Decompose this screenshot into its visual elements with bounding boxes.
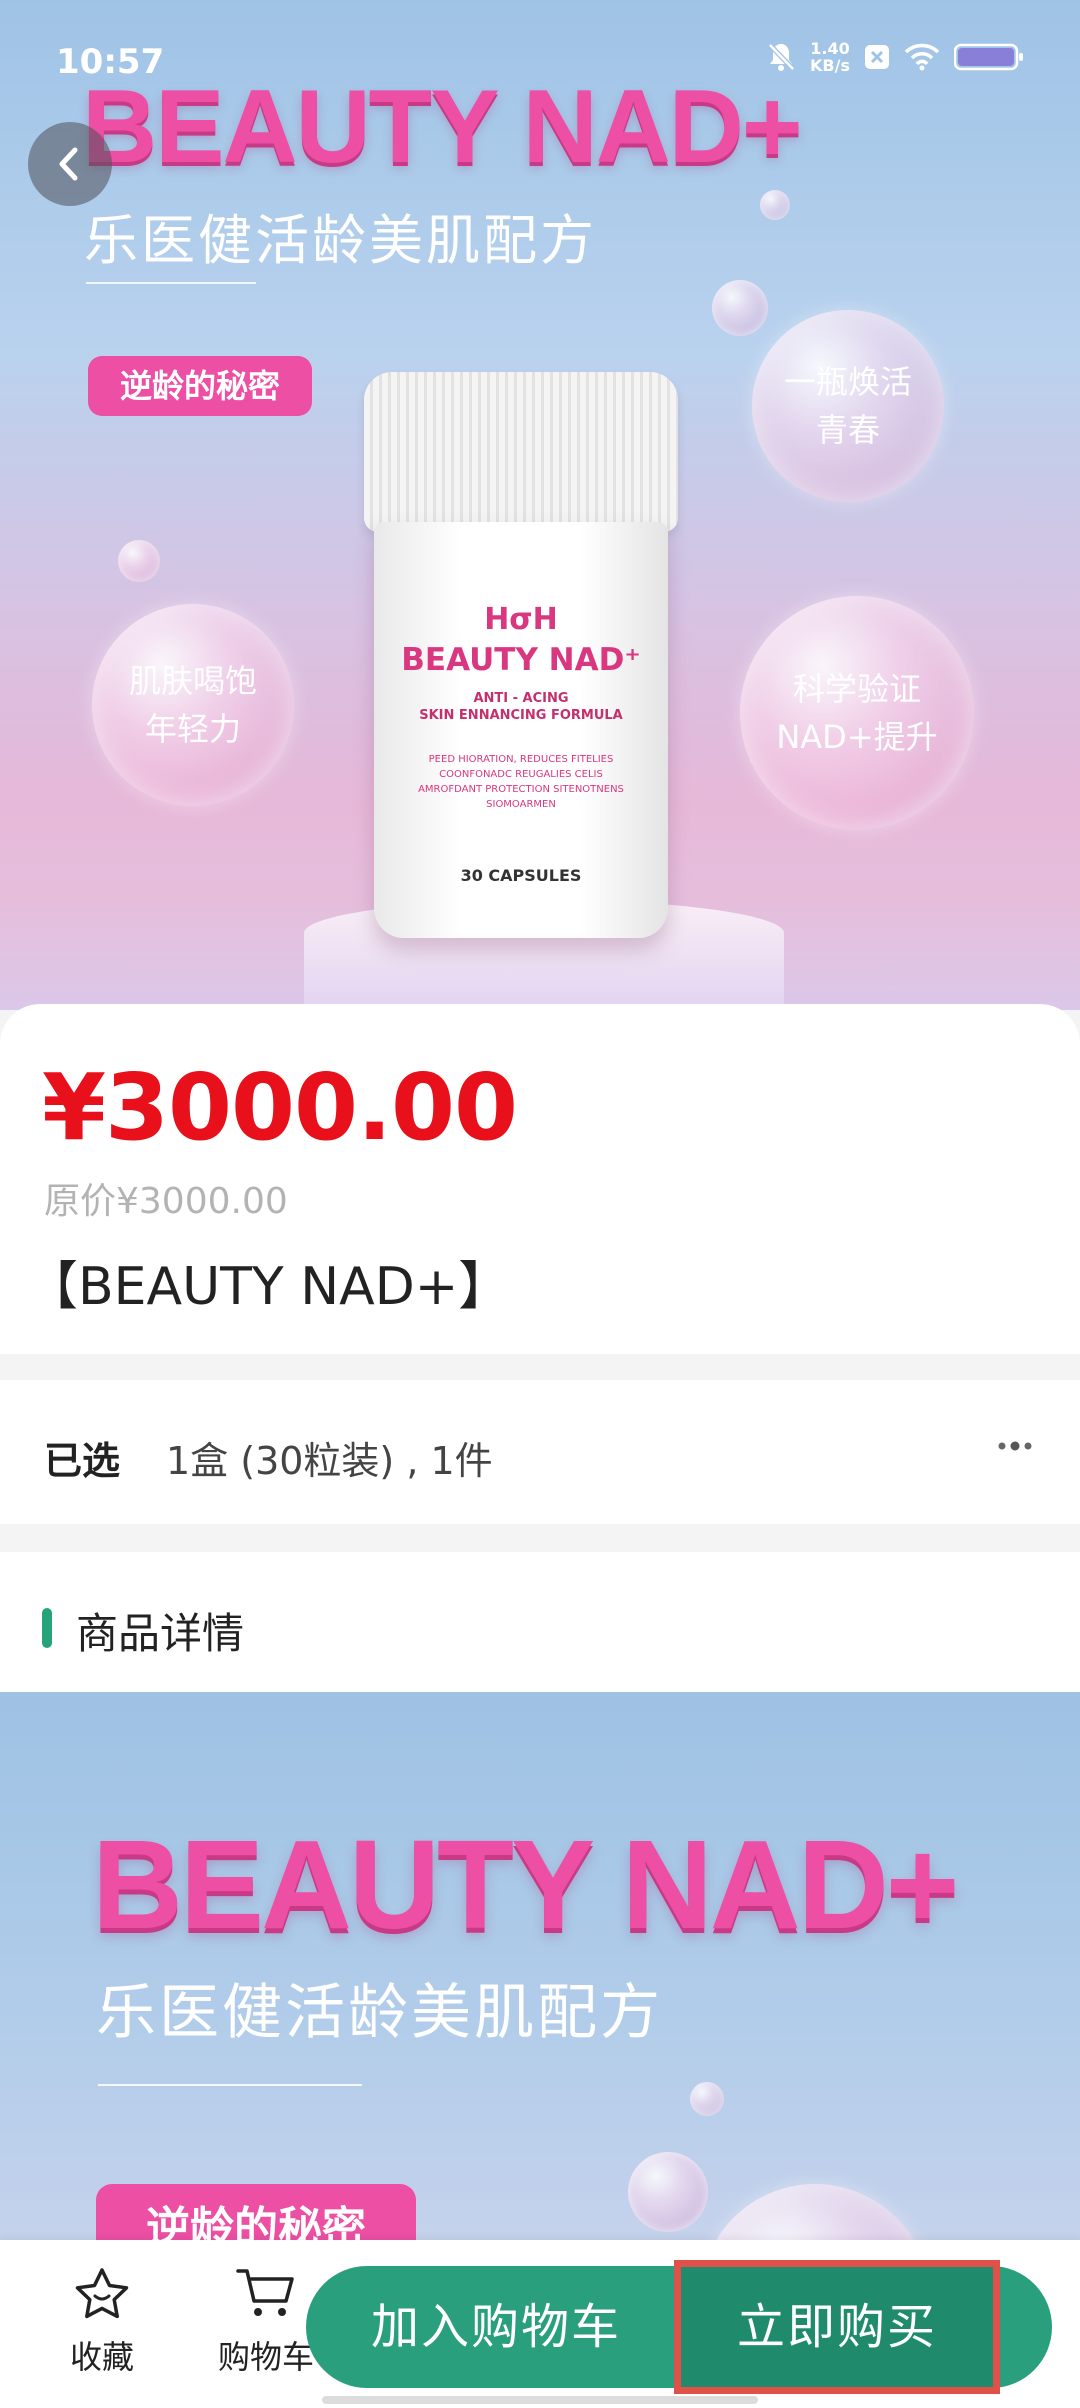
spec-label: 已选	[44, 1439, 121, 1483]
hero-divider	[86, 282, 256, 284]
status-bar: 10:57 1.40 KB/s	[0, 0, 1080, 120]
bubble-decor	[712, 280, 768, 336]
jar-name: BEAUTY NAD⁺	[401, 642, 641, 678]
home-indicator[interactable]	[322, 2396, 758, 2404]
more-dots-icon[interactable]	[996, 1436, 1036, 1456]
detail-section-header: 商品详情	[0, 1552, 1080, 1692]
bubble-text: 一瓶焕活	[783, 363, 912, 401]
detail-image-divider	[98, 2084, 362, 2086]
cart-icon	[236, 2269, 294, 2316]
jar-capsules: 30 CAPSULES	[460, 866, 582, 885]
network-speed: 1.40 KB/s	[810, 40, 850, 74]
bubble-decor	[628, 2152, 708, 2232]
status-time: 10:57	[56, 42, 165, 82]
hero-subtitle: 乐医健活龄美肌配方	[84, 209, 597, 272]
buy-now-button[interactable]: 立即购买	[674, 2260, 1052, 2394]
chevron-left-icon	[59, 147, 78, 181]
product-title: 【BEAUTY NAD+】	[26, 1257, 511, 1317]
add-to-cart-button[interactable]: 加入购物车	[306, 2266, 686, 2388]
jar-label: HσH BEAUTY NAD⁺ ANTI - ACING SKIN ENNANC…	[374, 522, 668, 938]
bubble-decor	[118, 540, 160, 582]
detail-heading: 商品详情	[76, 1609, 245, 1658]
product-hero-image[interactable]: BEAUTY NAD+ 乐医健活龄美肌配方 逆龄的秘密 一瓶焕活 青春 肌肤喝饱年…	[0, 0, 1080, 1010]
bubble-feature-1: 一瓶焕活 青春	[752, 310, 944, 502]
bubble-text: 科学验证	[792, 670, 921, 708]
product-jar: HσH BEAUTY NAD⁺ ANTI - ACING SKIN ENNANC…	[364, 372, 678, 938]
section-accent-bar	[42, 1608, 52, 1648]
bubble-text: 青春	[815, 411, 880, 449]
bubble-feature-2: 肌肤喝饱 年轻力	[92, 604, 294, 806]
wifi-icon	[904, 43, 940, 71]
battery-icon	[954, 43, 1023, 71]
current-price: ¥3000.00	[42, 1054, 518, 1161]
bubble-feature-3: 科学验证 NAD+提升	[740, 596, 974, 830]
bubble-decor	[690, 2082, 724, 2116]
jar-subtitle: ANTI - ACING SKIN ENNANCING FORMULA	[374, 690, 668, 724]
favorite-button[interactable]: 收藏	[42, 2266, 162, 2378]
detail-image: BEAUTY NAD+ 乐医健活龄美肌配方 逆龄的秘密	[0, 1692, 1080, 2252]
price-card: ¥3000.00 原价¥3000.00 【BEAUTY NAD+】	[0, 1004, 1080, 1354]
hero-tag: 逆龄的秘密	[88, 356, 312, 416]
bubble-text: NAD+提升	[776, 718, 938, 756]
product-detail-page: BEAUTY NAD+ 乐医健活龄美肌配方 逆龄的秘密 一瓶焕活青春 肌肤喝饱年…	[0, 0, 1080, 2408]
original-price: 原价¥3000.00	[44, 1181, 288, 1222]
back-button[interactable]	[28, 122, 112, 206]
network-speed-unit: KB/s	[810, 56, 850, 75]
notification-x-icon	[865, 45, 889, 69]
favorite-label: 收藏	[69, 2338, 134, 2376]
jar-claims: PEED HIORATION, REDUCES FITELIES COONFON…	[418, 754, 624, 810]
jar-subtitle-line: SKIN ENNANCING FORMULA	[419, 708, 623, 723]
spec-value: 1盒 (30粒装) , 1件	[166, 1439, 493, 1483]
bubble-text: 年轻力	[144, 710, 241, 748]
detail-image-title: BEAUTY NAD+	[92, 1814, 959, 1955]
jar-subtitle-line: ANTI - ACING	[473, 691, 569, 706]
jar-logo: HσH	[484, 602, 558, 637]
bottom-action-bar: 收藏 购物车 加入购物车 立即购买	[0, 2240, 1080, 2408]
network-speed-value: 1.40	[810, 39, 850, 58]
bubble-text: 肌肤喝饱	[128, 662, 257, 700]
bubble-decor	[760, 190, 790, 220]
jar-lid	[364, 372, 678, 532]
star-icon	[75, 2268, 129, 2319]
buy-now-label: 立即购买	[674, 2260, 1000, 2394]
status-icons: 1.40 KB/s	[766, 40, 1024, 74]
bell-muted-icon	[768, 43, 795, 71]
spec-selector-row[interactable]: 已选 1盒 (30粒装) , 1件	[0, 1380, 1080, 1524]
detail-image-subtitle: 乐医健活龄美肌配方	[96, 1978, 663, 2048]
